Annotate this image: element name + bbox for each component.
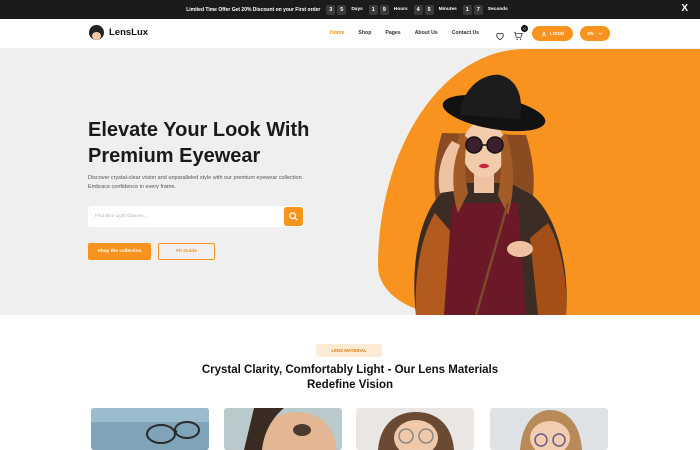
- nav-item-shop[interactable]: Shop: [358, 30, 371, 36]
- announcement-bar: Limited Time Offer Get 20% Discount on y…: [0, 0, 700, 19]
- login-button[interactable]: LOGIN: [532, 26, 573, 41]
- logo-text: LensLux: [109, 27, 149, 38]
- countdown-digit: 4: [413, 4, 423, 15]
- shop-collection-button[interactable]: Shop the collection: [88, 243, 151, 260]
- login-label: LOGIN: [550, 31, 564, 36]
- countdown-digit: 3: [326, 4, 336, 15]
- fit-guide-button[interactable]: Fit Guide: [158, 243, 215, 260]
- chevron-down-icon: [598, 32, 602, 35]
- countdown-unit: Minutes: [438, 7, 457, 12]
- countdown-digit: 5: [337, 4, 347, 15]
- close-announcement-button[interactable]: X: [681, 3, 688, 14]
- lens-card-image[interactable]: [490, 408, 608, 450]
- nav-item-about-us[interactable]: About Us: [415, 30, 438, 36]
- nav-item-home[interactable]: Home: [330, 30, 344, 36]
- search-input[interactable]: Find Blue Light Glasses...: [95, 213, 147, 218]
- page: Limited Time Offer Get 20% Discount on y…: [0, 0, 700, 450]
- user-icon: [541, 31, 547, 36]
- countdown-digit: 7: [473, 4, 483, 15]
- site-header: LensLux Home Shop Pages About Us Contact…: [0, 19, 700, 49]
- logo-icon: [89, 25, 104, 40]
- language-label: EN: [587, 31, 594, 36]
- hero-section: Elevate Your Look With Premium Eyewear D…: [0, 49, 700, 315]
- logo[interactable]: LensLux: [89, 25, 148, 40]
- hero-search: Find Blue Light Glasses...: [88, 206, 304, 227]
- countdown: 3 5 Days 1 9 Hours 4 5 Minutes 1 7 Secon…: [326, 4, 513, 15]
- nav-item-contact-us[interactable]: Contact Us: [452, 30, 479, 36]
- header-icons: 0: [495, 25, 531, 41]
- hero-description: Discover crystal-clear vision and unpara…: [88, 175, 304, 190]
- section-title: Crystal Clarity, Comfortably Light - Our…: [201, 364, 499, 391]
- announcement-message: Limited Time Offer Get 20% Discount on y…: [186, 6, 321, 13]
- cart-count-badge: 0: [521, 25, 528, 32]
- countdown-digit: 1: [368, 4, 378, 15]
- lens-material-section: LENS MATERIAL Crystal Clarity, Comfortab…: [0, 315, 700, 450]
- hero-model-image: [414, 74, 567, 315]
- countdown-digit: 1: [462, 4, 472, 15]
- countdown-digit: 5: [424, 4, 434, 15]
- language-selector[interactable]: EN: [580, 26, 610, 41]
- cart-icon[interactable]: 0: [513, 25, 528, 40]
- lens-card-image[interactable]: [356, 408, 474, 450]
- section-pill: LENS MATERIAL: [316, 344, 382, 357]
- countdown-unit: Hours: [393, 7, 408, 12]
- countdown-unit: Seconds: [487, 7, 508, 12]
- search-icon: [289, 212, 298, 221]
- main-nav: Home Shop Pages About Us Contact Us: [330, 30, 493, 36]
- countdown-unit: Days: [351, 7, 363, 12]
- search-button[interactable]: [284, 207, 303, 226]
- lens-card-image[interactable]: [224, 408, 342, 450]
- countdown-digit: 9: [379, 4, 389, 15]
- lens-card-image[interactable]: [91, 408, 209, 450]
- heart-icon[interactable]: [495, 28, 505, 41]
- nav-item-pages[interactable]: Pages: [385, 30, 400, 36]
- hero-title: Elevate Your Look With Premium Eyewear: [88, 119, 310, 167]
